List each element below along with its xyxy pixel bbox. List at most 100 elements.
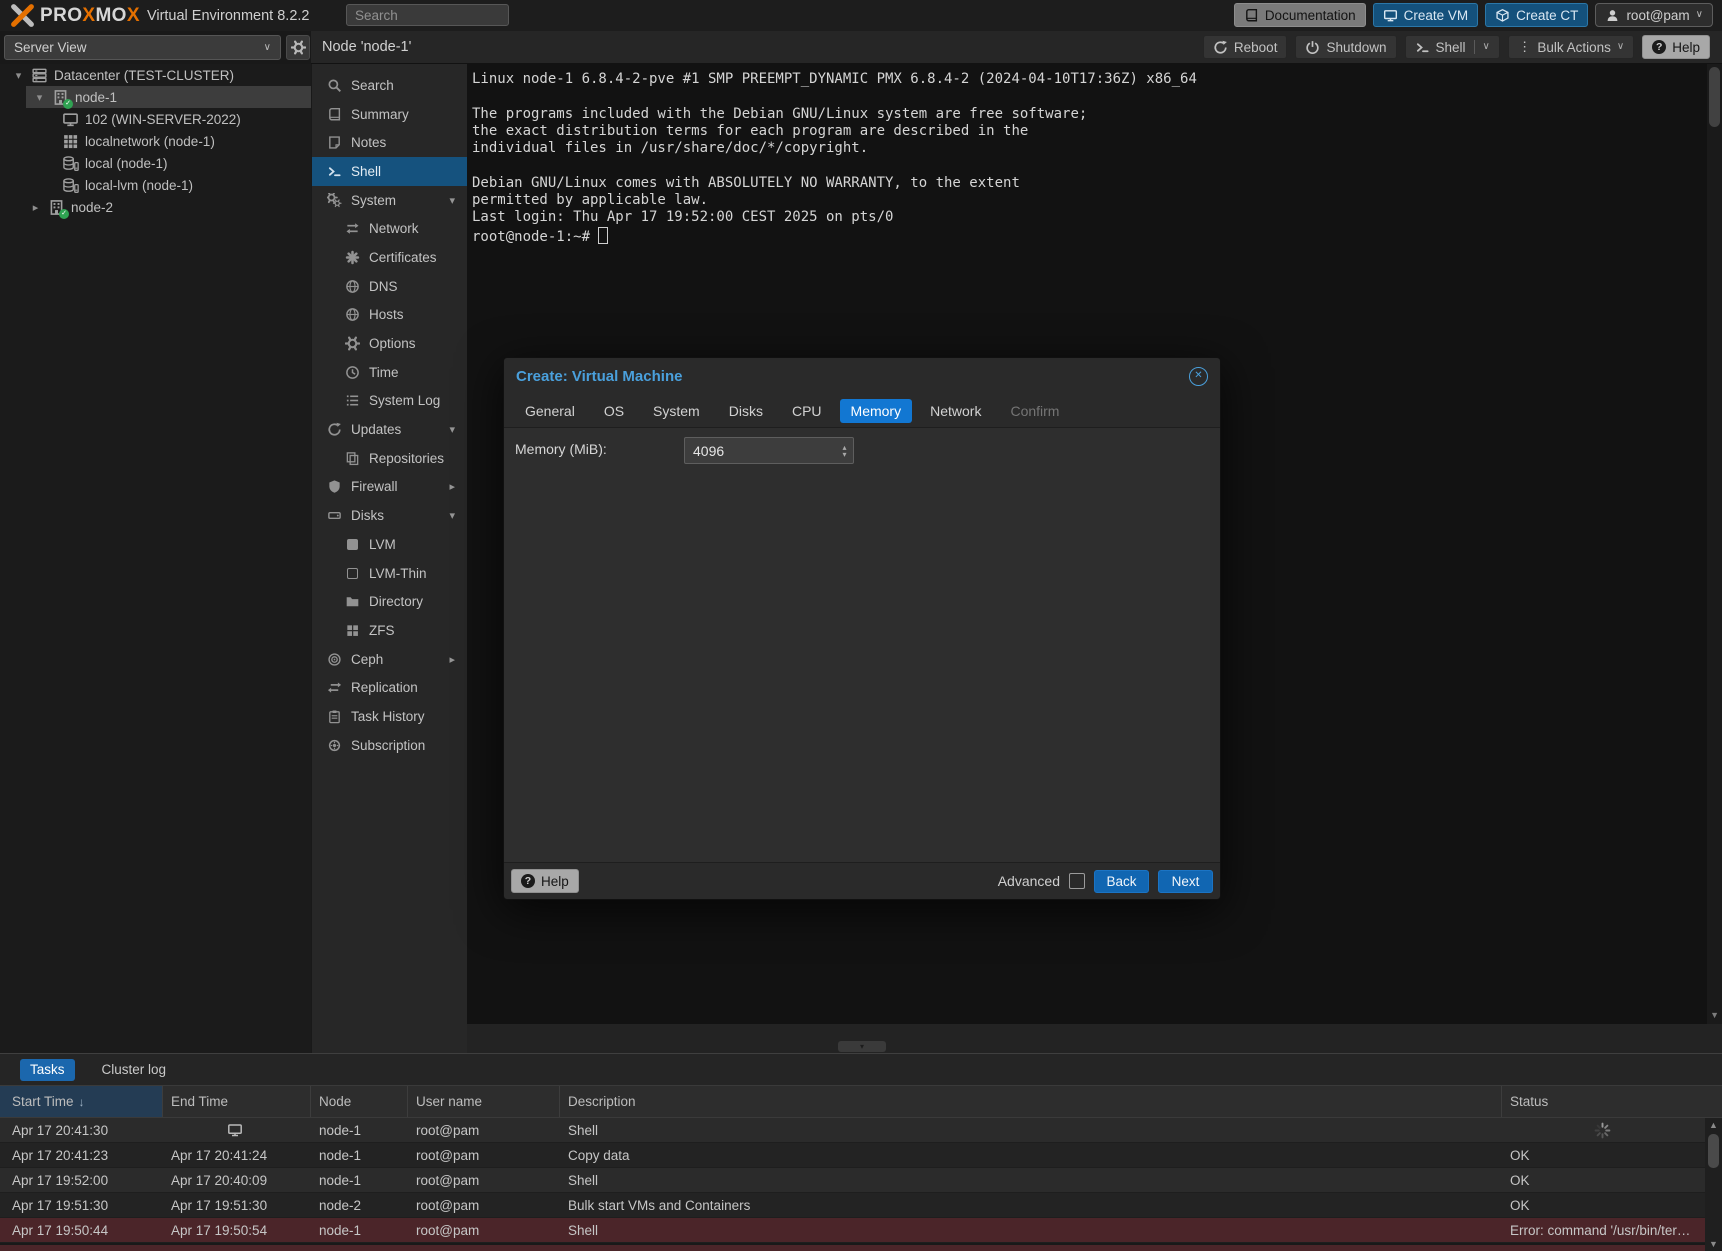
clipboard-icon [327, 709, 342, 724]
menu-item-ceph[interactable]: Ceph▸ [312, 645, 467, 674]
tree-item-local-lvm-storage[interactable]: local-lvm (node-1) [0, 174, 311, 196]
expander-closed-icon[interactable]: ▸ [449, 653, 455, 666]
menu-item-hosts[interactable]: Hosts [312, 301, 467, 330]
column-header-start-time[interactable]: Start Time↓ [0, 1086, 163, 1117]
create-ct-button[interactable]: Create CT [1485, 3, 1588, 27]
menu-item-lvm-thin[interactable]: LVM-Thin [312, 559, 467, 588]
expander-open-icon[interactable]: ▾ [449, 509, 455, 522]
menu-item-notes[interactable]: Notes [312, 128, 467, 157]
menu-item-system-log[interactable]: System Log [312, 387, 467, 416]
chevron-down-icon: ∨ [264, 43, 271, 53]
tab-cluster-log[interactable]: Cluster log [102, 1062, 167, 1077]
dialog-header[interactable]: Create: Virtual Machine ✕ [504, 358, 1220, 394]
tab-os[interactable]: OS [593, 399, 635, 423]
menu-item-replication[interactable]: Replication [312, 673, 467, 702]
expander-open-icon[interactable]: ▾ [449, 194, 455, 207]
help-button[interactable]: ? Help [1642, 35, 1710, 59]
menu-item-certificates[interactable]: Certificates [312, 243, 467, 272]
advanced-checkbox[interactable] [1069, 873, 1085, 889]
tree-item-node-2[interactable]: ▸ ✓ node-2 [0, 196, 311, 218]
scrollbar-thumb[interactable] [1709, 67, 1720, 127]
terminal-scrollbar[interactable]: ▼ [1707, 64, 1722, 1024]
menu-item-dns[interactable]: DNS [312, 272, 467, 301]
back-button[interactable]: Back [1094, 870, 1149, 893]
table-row[interactable]: Apr 17 19:51:30 Apr 17 19:51:30 node-2 r… [0, 1193, 1722, 1218]
dialog-help-button[interactable]: ? Help [511, 869, 579, 893]
scroll-up-icon[interactable]: ▲ [1709, 1120, 1718, 1130]
column-header-node[interactable]: Node [311, 1086, 408, 1117]
table-row-error[interactable]: Apr 17 19:50:44 Apr 17 19:50:54 node-1 r… [0, 1218, 1722, 1243]
node-icon: ✓ [48, 199, 65, 216]
menu-item-search[interactable]: Search [312, 71, 467, 100]
shell-button[interactable]: Shell ∨ [1405, 35, 1500, 59]
memory-spinner[interactable]: ▴ ▾ [837, 439, 852, 462]
tab-system[interactable]: System [642, 399, 711, 423]
vm-icon [62, 111, 79, 128]
expander-closed-icon[interactable]: ▸ [29, 201, 42, 214]
online-check-icon: ✓ [63, 99, 73, 109]
column-header-status[interactable]: Status [1502, 1086, 1722, 1117]
table-row[interactable]: Apr 17 19:52:00 Apr 17 20:40:09 node-1 r… [0, 1168, 1722, 1193]
documentation-button[interactable]: Documentation [1234, 3, 1366, 27]
tab-disks[interactable]: Disks [718, 399, 774, 423]
shutdown-button[interactable]: Shutdown [1295, 35, 1396, 59]
menu-item-directory[interactable]: Directory [312, 587, 467, 616]
create-vm-button[interactable]: Create VM [1373, 3, 1479, 27]
gear-icon [291, 40, 306, 55]
menu-item-task-history[interactable]: Task History [312, 702, 467, 731]
expander-open-icon[interactable]: ▾ [12, 69, 25, 82]
scroll-down-icon[interactable]: ▼ [1710, 1010, 1719, 1020]
scroll-down-icon[interactable]: ▼ [1709, 1239, 1718, 1249]
column-header-end-time[interactable]: End Time [163, 1086, 311, 1117]
menu-item-firewall[interactable]: Firewall▸ [312, 473, 467, 502]
spin-down-icon[interactable]: ▾ [842, 451, 846, 458]
server-view-select[interactable]: Server View ∨ [4, 35, 281, 60]
menu-item-summary[interactable]: Summary [312, 100, 467, 129]
tasks-scrollbar[interactable]: ▲ ▼ [1705, 1118, 1722, 1251]
menu-item-lvm[interactable]: LVM [312, 530, 467, 559]
user-menu-button[interactable]: root@pam ∨ [1595, 3, 1713, 27]
column-header-description[interactable]: Description [560, 1086, 1502, 1117]
table-row[interactable]: Apr 17 20:41:23 Apr 17 20:41:24 node-1 r… [0, 1143, 1722, 1168]
menu-item-shell[interactable]: Shell [312, 157, 467, 186]
tree-item-datacenter[interactable]: ▾ Datacenter (TEST-CLUSTER) [0, 64, 311, 86]
menu-item-repositories[interactable]: Repositories [312, 444, 467, 473]
scrollbar-thumb[interactable] [1708, 1134, 1719, 1168]
panel-splitter-handle[interactable]: ▾ [838, 1041, 886, 1052]
expander-open-icon[interactable]: ▾ [449, 423, 455, 436]
menu-item-time[interactable]: Time [312, 358, 467, 387]
tab-general[interactable]: General [514, 399, 586, 423]
menu-item-zfs[interactable]: ZFS [312, 616, 467, 645]
proxmox-wordmark: PROXMOX [40, 5, 140, 27]
column-header-user-name[interactable]: User name [408, 1086, 560, 1117]
tree-item-localnetwork[interactable]: localnetwork (node-1) [0, 130, 311, 152]
tree-settings-button[interactable] [286, 35, 310, 60]
tree-item-local-storage[interactable]: local (node-1) [0, 152, 311, 174]
top-bar: PROXMOX Virtual Environment 8.2.2 Docume… [0, 0, 1722, 31]
storage-icon [62, 177, 79, 194]
close-icon[interactable]: ✕ [1189, 367, 1208, 386]
tab-tasks[interactable]: Tasks [20, 1059, 75, 1081]
memory-input[interactable] [684, 437, 854, 464]
table-row[interactable]: Apr 17 20:41:30 node-1 root@pam Shell [0, 1118, 1722, 1143]
tree-item-node-1[interactable]: ▾ ✓ node-1 [26, 86, 311, 108]
menu-item-subscription[interactable]: Subscription [312, 731, 467, 760]
menu-item-disks[interactable]: Disks▾ [312, 501, 467, 530]
tree-item-vm-102[interactable]: 102 (WIN-SERVER-2022) [0, 108, 311, 130]
bulk-actions-button[interactable]: ⋮ Bulk Actions ∨ [1508, 35, 1634, 59]
expander-open-icon[interactable]: ▾ [33, 91, 46, 104]
menu-item-system[interactable]: System▾ [312, 186, 467, 215]
sort-desc-icon: ↓ [79, 1095, 85, 1109]
menu-item-network[interactable]: Network [312, 214, 467, 243]
menu-item-options[interactable]: Options [312, 329, 467, 358]
tab-network[interactable]: Network [919, 399, 992, 423]
console-window-icon[interactable] [227, 1122, 243, 1138]
menu-item-updates[interactable]: Updates▾ [312, 415, 467, 444]
expander-closed-icon[interactable]: ▸ [449, 480, 455, 493]
next-button[interactable]: Next [1158, 870, 1213, 893]
proxmox-app: PROXMOX Virtual Environment 8.2.2 Docume… [0, 0, 1722, 1251]
reboot-button[interactable]: Reboot [1203, 35, 1288, 59]
tab-memory[interactable]: Memory [840, 399, 913, 423]
search-input[interactable] [346, 4, 509, 26]
tab-cpu[interactable]: CPU [781, 399, 833, 423]
